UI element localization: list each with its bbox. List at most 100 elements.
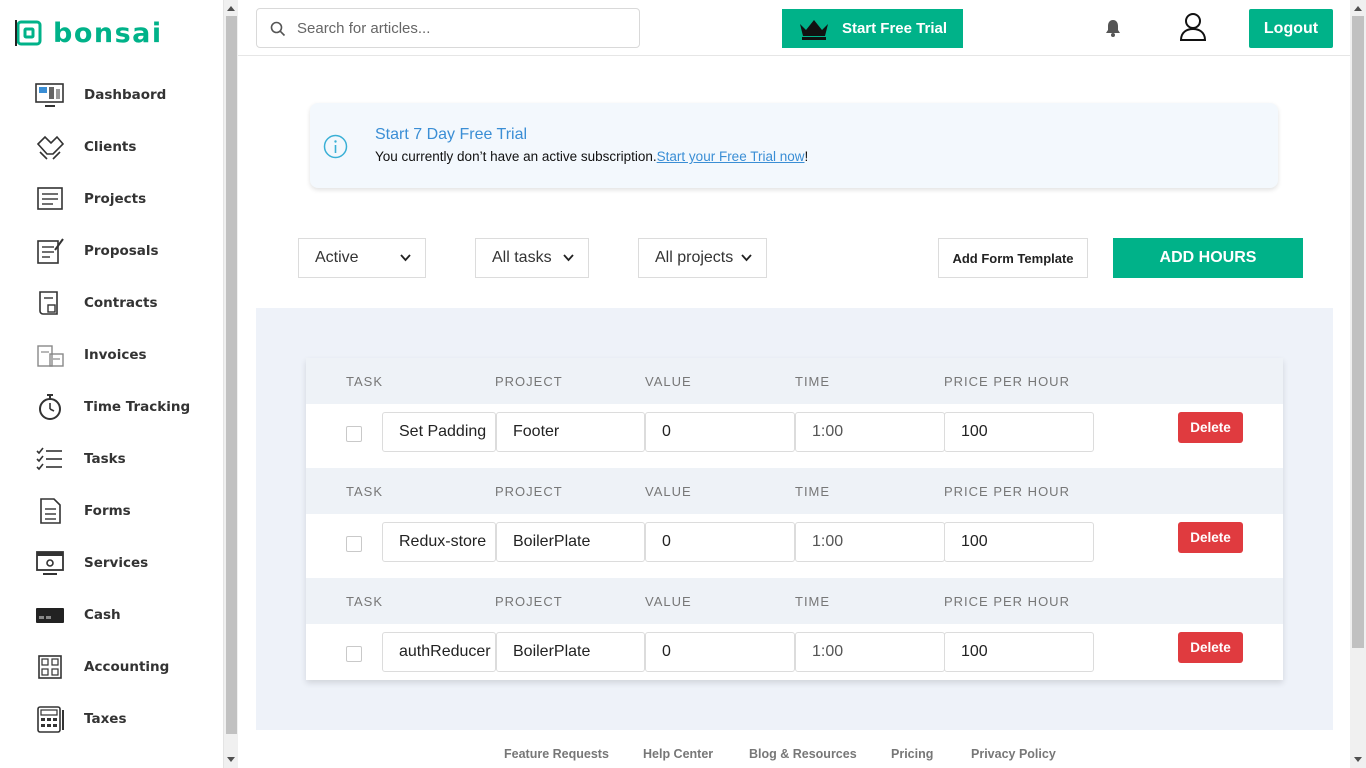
cash-icon: [36, 608, 64, 623]
column-header-task: TASK: [346, 594, 383, 609]
tasks-icon: [36, 447, 62, 471]
taxes-icon: [37, 706, 64, 733]
footer-link-help-center[interactable]: Help Center: [643, 747, 713, 761]
search-input[interactable]: [297, 17, 627, 39]
search-box[interactable]: [256, 8, 640, 48]
logout-button[interactable]: Logout: [1249, 9, 1333, 48]
column-header-task: TASK: [346, 484, 383, 499]
sidebar-item-label: Projects: [84, 191, 147, 207]
status-filter-value: Active: [315, 249, 359, 266]
sidebar-item-label: Clients: [84, 139, 137, 155]
scroll-down-arrow-icon[interactable]: [227, 757, 235, 762]
row-checkbox[interactable]: [346, 646, 362, 662]
delete-button[interactable]: Delete: [1178, 522, 1243, 553]
scroll-up-arrow-icon[interactable]: [1354, 6, 1362, 11]
sidebar-item-services[interactable]: Services: [0, 543, 223, 583]
top-bar: Start Free Trial Logout: [238, 0, 1350, 56]
sidebar-item-label: Taxes: [84, 711, 127, 727]
delete-button[interactable]: Delete: [1178, 412, 1243, 443]
project-input[interactable]: [496, 412, 645, 452]
alert-title: Start 7 Day Free Trial: [375, 126, 528, 143]
scrollbar-thumb[interactable]: [1352, 16, 1364, 648]
bell-icon[interactable]: [1105, 19, 1121, 37]
value-input[interactable]: [645, 522, 795, 562]
trial-alert: Start 7 Day Free Trial You currently don…: [310, 103, 1278, 188]
start-free-trial-button[interactable]: Start Free Trial: [782, 9, 963, 48]
tasks-filter-dropdown[interactable]: All tasks: [475, 238, 589, 278]
bonsai-logo[interactable]: bonsai: [15, 17, 163, 49]
column-header-project: PROJECT: [495, 374, 563, 389]
price-input[interactable]: [944, 522, 1094, 562]
sidebar-item-clients[interactable]: Clients: [0, 127, 223, 167]
task-input[interactable]: [382, 522, 496, 562]
project-input[interactable]: [496, 522, 645, 562]
column-header-task: TASK: [346, 374, 383, 389]
table-header: TASK PROJECT VALUE TIME PRICE PER HOUR: [306, 358, 1283, 404]
sidebar-item-forms[interactable]: Forms: [0, 491, 223, 531]
forms-icon: [40, 498, 61, 524]
footer-link-privacy[interactable]: Privacy Policy: [971, 747, 1056, 761]
add-form-template-button[interactable]: Add Form Template: [938, 238, 1088, 278]
alert-suffix: !: [804, 149, 809, 164]
table-header: TASK PROJECT VALUE TIME PRICE PER HOUR: [306, 578, 1283, 624]
time-input[interactable]: [795, 522, 945, 562]
scroll-down-arrow-icon[interactable]: [1354, 757, 1362, 762]
sidebar-item-dashboard[interactable]: Dashbaord: [0, 75, 223, 115]
tasks-filter-value: All tasks: [492, 249, 552, 266]
page-scrollbar[interactable]: [1350, 0, 1366, 768]
brand-name: bonsai: [53, 17, 163, 49]
clients-icon: [36, 135, 65, 160]
footer-link-feature-requests[interactable]: Feature Requests: [504, 747, 609, 761]
column-header-price: PRICE PER HOUR: [944, 594, 1070, 609]
sidebar-scrollbar[interactable]: [223, 0, 238, 768]
sidebar-item-cash[interactable]: Cash: [0, 595, 223, 635]
sidebar-item-label: Invoices: [84, 347, 147, 363]
sidebar: bonsai Dashbaord Clients Projects Propos…: [0, 0, 223, 768]
value-input[interactable]: [645, 632, 795, 672]
column-header-value: VALUE: [645, 594, 692, 609]
sidebar-item-invoices[interactable]: Invoices: [0, 335, 223, 375]
price-input[interactable]: [944, 632, 1094, 672]
time-input[interactable]: [795, 412, 945, 452]
sidebar-item-accounting[interactable]: Accounting: [0, 647, 223, 687]
add-hours-button[interactable]: ADD HOURS: [1113, 238, 1303, 278]
time-input[interactable]: [795, 632, 945, 672]
row-checkbox[interactable]: [346, 536, 362, 552]
column-header-price: PRICE PER HOUR: [944, 374, 1070, 389]
scroll-up-arrow-icon[interactable]: [227, 6, 235, 11]
column-header-time: TIME: [795, 484, 831, 499]
sidebar-item-label: Dashbaord: [84, 87, 167, 103]
scrollbar-thumb[interactable]: [226, 16, 237, 734]
sidebar-item-tasks[interactable]: Tasks: [0, 439, 223, 479]
contracts-icon: [39, 291, 58, 315]
sidebar-item-time-tracking[interactable]: Time Tracking: [0, 387, 223, 427]
task-input[interactable]: [382, 412, 496, 452]
search-icon: [270, 21, 286, 37]
start-free-trial-label: Start Free Trial: [841, 20, 947, 37]
delete-button[interactable]: Delete: [1178, 632, 1243, 663]
column-header-project: PROJECT: [495, 594, 563, 609]
projects-icon: [37, 187, 63, 210]
info-icon: [323, 134, 348, 159]
status-filter-dropdown[interactable]: Active: [298, 238, 426, 278]
task-input[interactable]: [382, 632, 496, 672]
price-input[interactable]: [944, 412, 1094, 452]
table-row: Delete: [306, 624, 1283, 680]
column-header-time: TIME: [795, 374, 831, 389]
sidebar-item-proposals[interactable]: Proposals: [0, 231, 223, 271]
sidebar-item-taxes[interactable]: Taxes: [0, 699, 223, 739]
projects-filter-dropdown[interactable]: All projects: [638, 238, 767, 278]
footer-link-pricing[interactable]: Pricing: [891, 747, 933, 761]
sidebar-item-contracts[interactable]: Contracts: [0, 283, 223, 323]
sidebar-item-projects[interactable]: Projects: [0, 179, 223, 219]
row-checkbox[interactable]: [346, 426, 362, 442]
sidebar-item-label: Time Tracking: [84, 399, 191, 415]
accounting-icon: [38, 655, 62, 679]
value-input[interactable]: [645, 412, 795, 452]
start-trial-link[interactable]: Start your Free Trial now: [657, 149, 805, 164]
sidebar-item-label: Accounting: [84, 659, 170, 675]
footer-link-blog[interactable]: Blog & Resources: [749, 747, 857, 761]
sidebar-item-label: Contracts: [84, 295, 158, 311]
project-input[interactable]: [496, 632, 645, 672]
user-avatar-icon[interactable]: [1179, 12, 1207, 42]
